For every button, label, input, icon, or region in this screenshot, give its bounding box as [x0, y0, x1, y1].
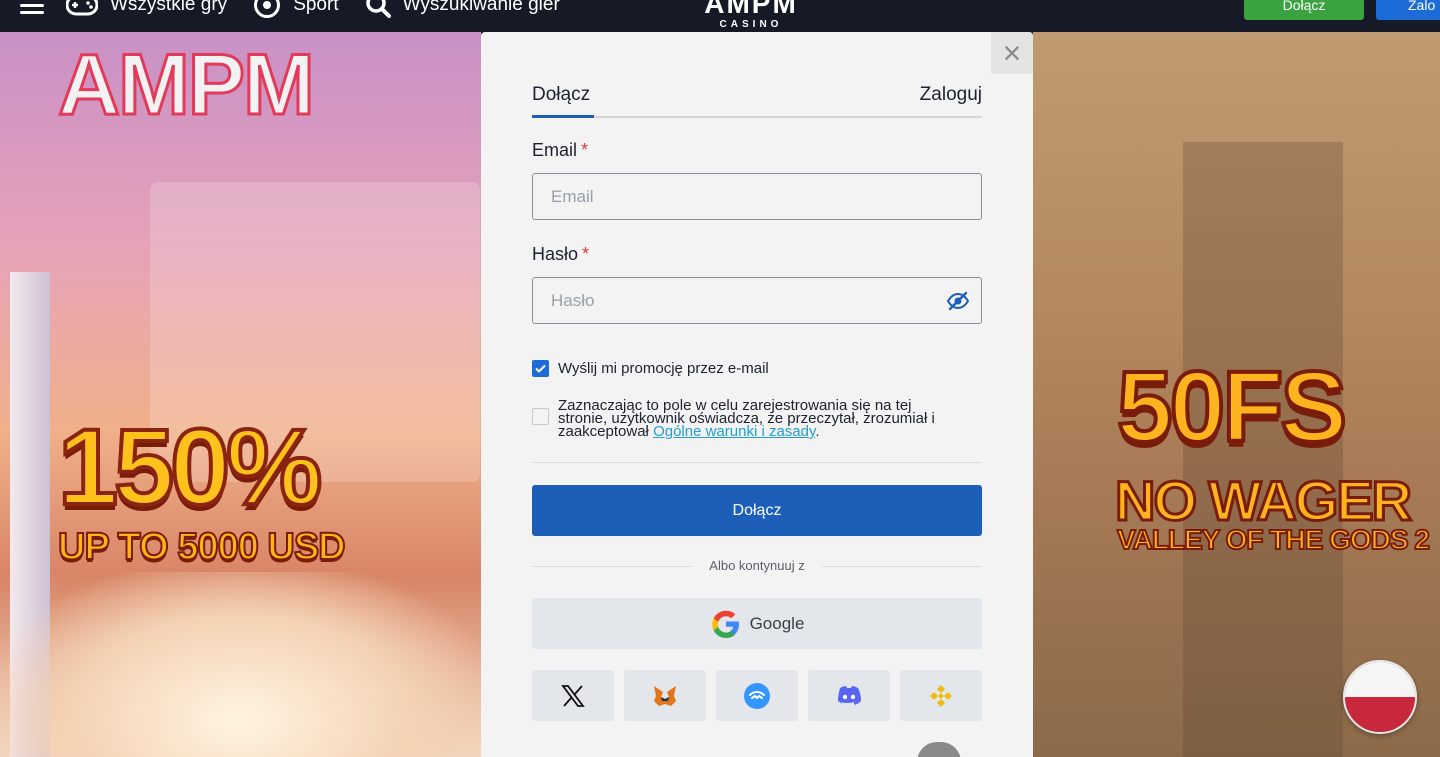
- metamask-icon: [654, 685, 676, 706]
- header-login-button[interactable]: Zalo: [1376, 0, 1440, 20]
- logo-sub-text: CASINO: [719, 19, 783, 30]
- join-submit-button[interactable]: Dołącz: [532, 485, 982, 536]
- nav-game-search[interactable]: Wyszukiwanie gier: [365, 0, 560, 18]
- terms-label: Zaznaczając to pole w celu zarejestrowan…: [558, 397, 935, 440]
- divider: [532, 462, 982, 463]
- banner-ampm-logo: AMPM: [57, 36, 317, 135]
- nav-sport-label: Sport: [293, 0, 339, 15]
- hamburger-menu-icon[interactable]: [20, 0, 44, 15]
- clouds-illustration: [0, 572, 481, 757]
- or-continue-text: Albo kontynuuj z: [709, 558, 805, 573]
- main-nav: Wszystkie gry Sport Wyszukiwanie gier: [20, 0, 586, 18]
- bonus-percent: 150%: [56, 404, 324, 529]
- badge-icon: [917, 742, 961, 757]
- required-mark: *: [582, 244, 590, 264]
- binance-icon: [930, 684, 952, 707]
- promo-banner-left[interactable]: AMPM 150% UP TO 5000 USD: [0, 32, 481, 757]
- google-icon: [711, 610, 739, 638]
- free-spins-headline: 50FS: [1115, 349, 1349, 465]
- top-navigation-bar: Wszystkie gry Sport Wyszukiwanie gier AM…: [0, 0, 1440, 32]
- close-icon[interactable]: ×: [991, 32, 1033, 74]
- social-login-row: [532, 670, 982, 721]
- password-input[interactable]: [532, 277, 982, 324]
- nav-game-search-label: Wyszukiwanie gier: [402, 0, 560, 15]
- discord-icon: [838, 685, 861, 705]
- soccer-ball-icon: [254, 0, 281, 18]
- walletconnect-icon: [744, 682, 770, 709]
- logo-main-text: AMPM: [704, 0, 798, 19]
- ampm-casino-logo[interactable]: AMPM CASINO: [680, 0, 822, 32]
- google-label: Google: [749, 613, 805, 633]
- tab-join[interactable]: Dołącz: [532, 84, 590, 106]
- x-login-button[interactable]: [532, 670, 614, 721]
- search-icon: [365, 0, 391, 18]
- binance-login-button[interactable]: [900, 670, 982, 721]
- nav-all-games[interactable]: Wszystkie gry: [66, 0, 227, 17]
- checkmark-icon: [535, 364, 546, 373]
- email-label: Email *: [532, 140, 589, 160]
- gamepad-icon: [66, 0, 98, 16]
- nav-sport[interactable]: Sport: [253, 0, 339, 18]
- language-selector-poland-flag[interactable]: [1343, 660, 1417, 734]
- discord-login-button[interactable]: [808, 670, 890, 721]
- promo-email-label: Wyślij mi promocję przez e-mail: [558, 360, 769, 377]
- registration-modal: × Dołącz Zaloguj Email* Hasło* Wyślij mi…: [481, 32, 1033, 757]
- terms-link[interactable]: Ogólne warunki i zasady: [653, 423, 815, 440]
- eye-slash-icon[interactable]: [947, 291, 969, 311]
- header-join-button[interactable]: Dołącz: [1244, 0, 1364, 20]
- password-label: Hasło *: [532, 244, 590, 264]
- tab-login[interactable]: Zaloguj: [920, 84, 982, 106]
- required-mark: *: [581, 140, 589, 160]
- promo-email-checkbox[interactable]: [532, 360, 549, 377]
- google-login-button[interactable]: Google: [532, 598, 982, 649]
- walletconnect-login-button[interactable]: [716, 670, 798, 721]
- nav-all-games-label: Wszystkie gry: [110, 0, 228, 15]
- bonus-amount: UP TO 5000 USD: [57, 525, 347, 569]
- x-icon: [561, 684, 585, 707]
- game-name-text: VALLEY OF THE GODS 2: [1116, 523, 1431, 556]
- auth-tabs: Dołącz Zaloguj: [532, 82, 982, 118]
- metamask-login-button[interactable]: [624, 670, 706, 721]
- promo-banner-right[interactable]: 50FS NO WAGER VALLEY OF THE GODS 2: [1033, 32, 1440, 757]
- email-input[interactable]: [532, 173, 982, 220]
- terms-checkbox[interactable]: [532, 408, 549, 425]
- active-tab-indicator: [532, 115, 594, 118]
